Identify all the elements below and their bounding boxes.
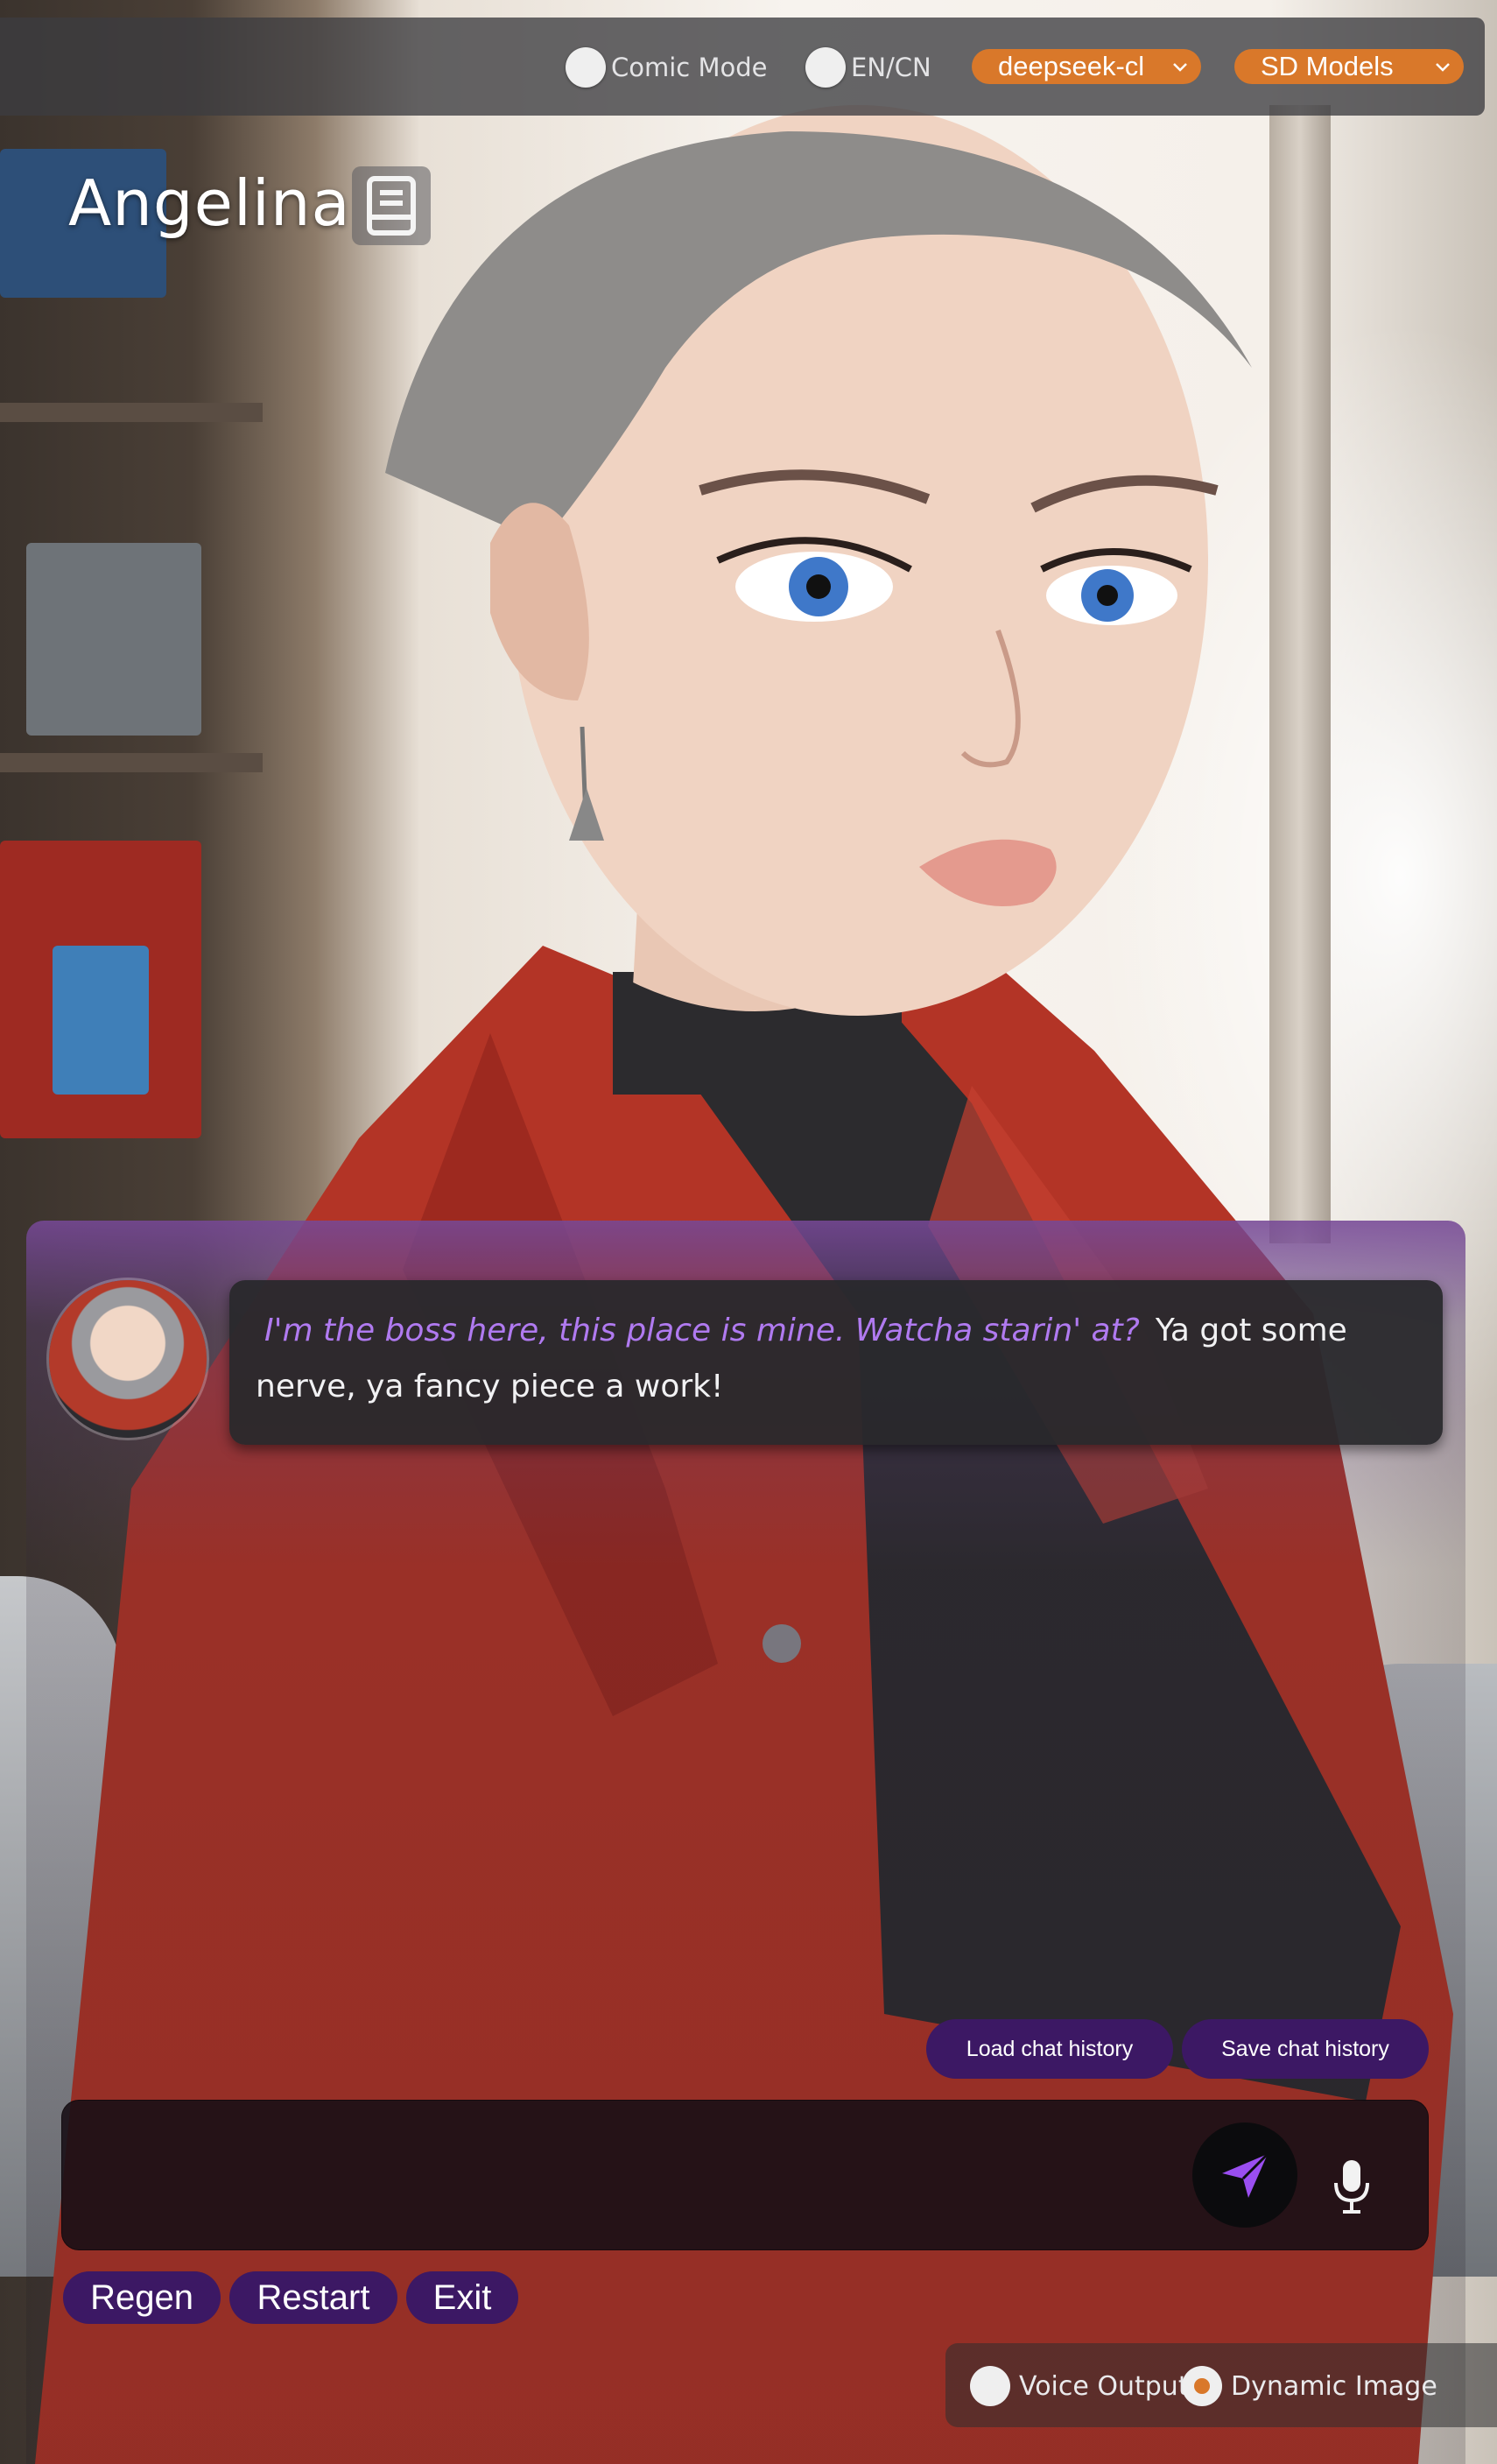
send-button[interactable] <box>1192 2123 1297 2228</box>
send-icon <box>1222 2152 1269 2198</box>
dynamic-image-radio[interactable] <box>1182 2366 1222 2406</box>
restart-button[interactable]: Restart <box>229 2271 397 2324</box>
character-name: Angelina <box>68 166 351 240</box>
llm-model-value: deepseek-cl <box>998 51 1145 81</box>
language-switch-knob[interactable] <box>805 47 846 88</box>
voice-output-label: Voice Output <box>1019 2370 1189 2402</box>
comic-mode-toggle[interactable]: Comic Mode <box>566 47 767 88</box>
character-info-button[interactable] <box>352 166 431 245</box>
dynamic-image-label: Dynamic Image <box>1231 2370 1437 2402</box>
voice-output-toggle[interactable]: Voice Output <box>970 2366 1189 2406</box>
sd-model-value: SD Models <box>1261 51 1394 81</box>
sd-model-select[interactable]: SD Models <box>1234 49 1464 84</box>
book-icon <box>367 176 416 236</box>
chat-message-bubble: I'm the boss here, this place is mine. W… <box>229 1280 1443 1445</box>
chevron-down-icon <box>1436 63 1450 72</box>
comic-mode-switch-knob[interactable] <box>566 47 606 88</box>
save-chat-history-button[interactable]: Save chat history <box>1182 2019 1429 2079</box>
voice-output-radio[interactable] <box>970 2366 1010 2406</box>
exit-button[interactable]: Exit <box>406 2271 518 2324</box>
load-chat-history-button[interactable]: Load chat history <box>926 2019 1173 2079</box>
microphone-button[interactable] <box>1324 2152 1380 2221</box>
regen-button[interactable]: Regen <box>63 2271 221 2324</box>
language-toggle[interactable]: EN/CN <box>805 47 931 88</box>
message-action-text: I'm the boss here, this place is mine. W… <box>264 1313 1140 1348</box>
chevron-down-icon <box>1173 63 1187 72</box>
language-label: EN/CN <box>851 53 931 82</box>
comic-mode-label: Comic Mode <box>611 53 768 82</box>
microphone-icon <box>1334 2160 1369 2214</box>
chat-input[interactable] <box>88 2136 1183 2214</box>
dynamic-image-toggle[interactable]: Dynamic Image <box>1182 2366 1437 2406</box>
character-avatar <box>49 1280 207 1438</box>
llm-model-select[interactable]: deepseek-cl <box>972 49 1201 84</box>
